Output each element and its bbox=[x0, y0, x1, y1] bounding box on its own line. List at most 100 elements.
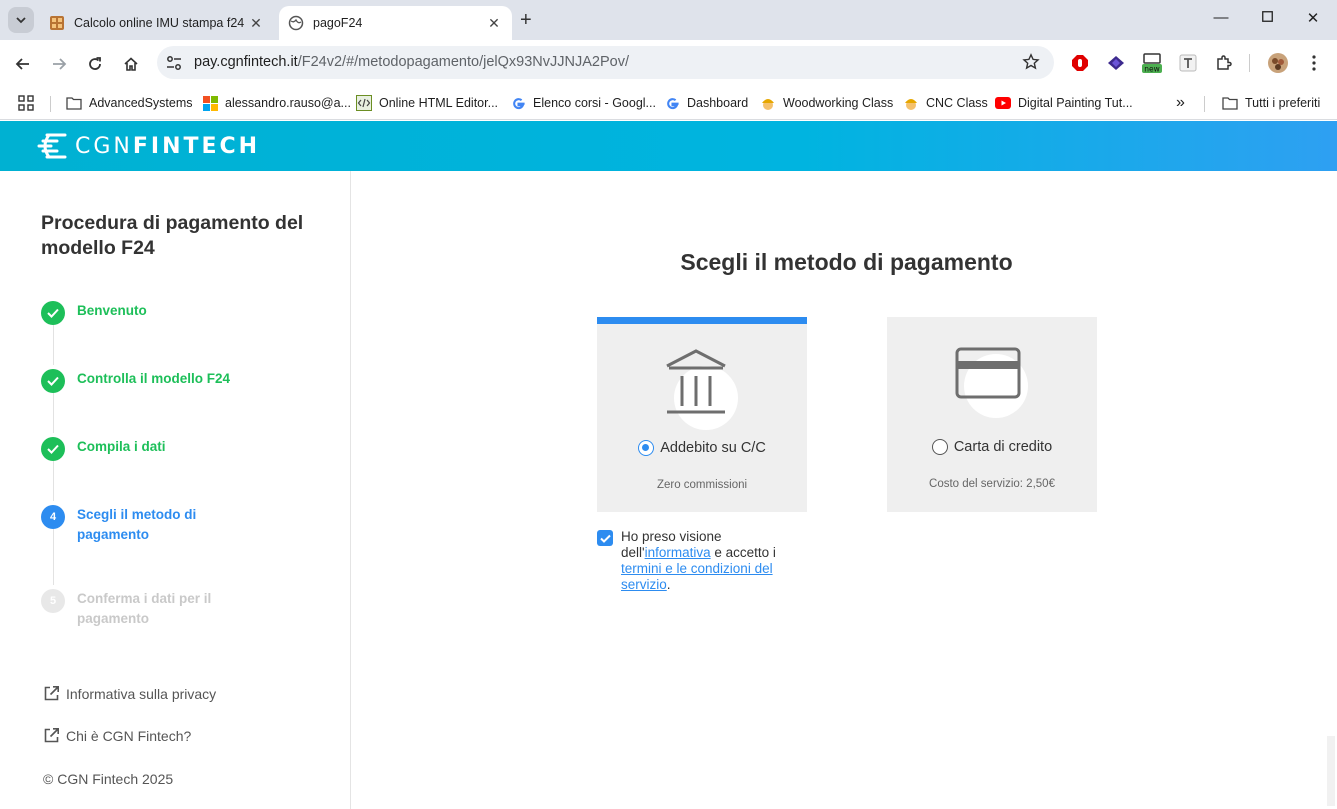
address-bar[interactable]: pay.cgnfintech.it/F24v2/#/metodopagament… bbox=[157, 46, 1054, 79]
worker-icon bbox=[760, 95, 776, 111]
informativa-link[interactable]: informativa bbox=[645, 545, 711, 560]
step-label: Compila i dati bbox=[77, 439, 166, 454]
chevron-down-icon bbox=[16, 17, 26, 24]
consent-checkbox[interactable] bbox=[597, 530, 613, 546]
adblock-extension-icon[interactable] bbox=[1069, 52, 1091, 74]
code-editor-icon bbox=[356, 95, 372, 111]
bank-radio-row[interactable]: Addebito su C/C bbox=[597, 440, 807, 456]
consent-text-2: e accetto i bbox=[710, 545, 776, 560]
cgn-logo-mark-icon bbox=[37, 133, 67, 159]
bookmark-label: Online HTML Editor... bbox=[379, 96, 499, 110]
step-label: Controlla il modello F24 bbox=[77, 371, 231, 386]
step-connector bbox=[53, 461, 54, 501]
step-label: Benvenuto bbox=[77, 303, 147, 318]
home-icon bbox=[124, 57, 138, 71]
new-tab-button[interactable]: + bbox=[520, 9, 532, 32]
brand-header: CGNFINTECH bbox=[0, 121, 1337, 171]
forward-button[interactable] bbox=[47, 52, 71, 76]
grid-favicon-icon bbox=[50, 16, 64, 30]
bookmark-advancedsystems[interactable]: AdvancedSystems bbox=[66, 92, 193, 114]
logo-bold-text: FINTECH bbox=[132, 133, 261, 159]
minimize-window-button[interactable]: — bbox=[1211, 9, 1231, 26]
apps-grid-icon bbox=[18, 95, 34, 111]
main-content: Scegli il metodo di pagamento Addebito s… bbox=[352, 171, 1325, 809]
card-radio-row[interactable]: Carta di credito bbox=[887, 439, 1097, 455]
tab-pagof24[interactable]: pagoF24 ✕ bbox=[279, 6, 512, 40]
browser-menu-icon[interactable] bbox=[1303, 52, 1325, 74]
home-button[interactable] bbox=[119, 52, 143, 76]
payment-option-card[interactable]: Carta di credito Costo del servizio: 2,5… bbox=[887, 317, 1097, 512]
url-text: pay.cgnfintech.it/F24v2/#/metodopagament… bbox=[194, 54, 629, 70]
step-scegli-metodo: 4 Scegli il metodo di pagamento bbox=[41, 505, 207, 545]
all-bookmarks-folder[interactable]: Tutti i preferiti bbox=[1222, 92, 1320, 114]
step-connector bbox=[53, 393, 54, 433]
about-cgn-link[interactable]: Chi è CGN Fintech? bbox=[43, 727, 191, 744]
card-option-label: Carta di credito bbox=[953, 439, 1053, 455]
bookmark-label: Tutti i preferiti bbox=[1245, 96, 1321, 110]
consent-text-3: . bbox=[666, 577, 671, 592]
sidebar-title: Procedura di pagamento del modello F24 bbox=[41, 212, 304, 259]
page-scrollbar[interactable] bbox=[1325, 171, 1337, 809]
tab-title: pagoF24 bbox=[313, 16, 363, 30]
new-badge-extension-icon[interactable]: new bbox=[1141, 52, 1163, 74]
privacy-link[interactable]: Informativa sulla privacy bbox=[43, 685, 216, 702]
step-number: 4 bbox=[41, 505, 65, 529]
privacy-link-label: Informativa sulla privacy bbox=[66, 685, 217, 702]
step-benvenuto[interactable]: Benvenuto bbox=[41, 301, 147, 325]
tab-title: Calcolo online IMU stampa f24 bbox=[74, 16, 245, 30]
check-icon bbox=[41, 301, 65, 325]
layers-extension-icon[interactable] bbox=[1105, 52, 1127, 74]
toolbar-divider bbox=[1249, 54, 1250, 72]
close-tab-icon[interactable]: ✕ bbox=[246, 15, 266, 32]
close-tab-icon[interactable]: ✕ bbox=[484, 15, 504, 32]
arrow-left-icon bbox=[15, 58, 29, 70]
step-compila-dati[interactable]: Compila i dati bbox=[41, 437, 166, 461]
worker-icon bbox=[903, 95, 919, 111]
back-button[interactable] bbox=[11, 52, 35, 76]
reload-icon bbox=[89, 57, 101, 70]
site-settings-icon[interactable] bbox=[165, 54, 183, 72]
globe-icon bbox=[288, 15, 304, 31]
reload-button[interactable] bbox=[83, 52, 107, 76]
bookmark-woodworking[interactable]: Woodworking Class bbox=[760, 92, 893, 114]
tab-calcolo-imu[interactable]: Calcolo online IMU stampa f24 ✕ bbox=[40, 6, 274, 40]
external-link-icon bbox=[44, 728, 59, 743]
check-icon bbox=[41, 369, 65, 393]
tab-search-button[interactable] bbox=[8, 7, 34, 33]
cgn-fintech-logo[interactable]: CGNFINTECH bbox=[37, 133, 260, 159]
extensions-puzzle-icon[interactable] bbox=[1213, 52, 1235, 74]
apps-grid-button[interactable] bbox=[18, 92, 34, 114]
maximize-window-button[interactable] bbox=[1257, 9, 1277, 26]
bookmark-digital-painting[interactable]: Digital Painting Tut... bbox=[995, 92, 1133, 114]
step-controlla-modello[interactable]: Controlla il modello F24 bbox=[41, 369, 230, 393]
terms-link[interactable]: termini e le condizioni del servizio bbox=[621, 561, 773, 592]
arrow-right-icon bbox=[53, 58, 67, 70]
bookmark-email[interactable]: alessandro.rauso@a... bbox=[202, 92, 351, 114]
google-icon bbox=[510, 95, 526, 111]
bookmark-label: alessandro.rauso@a... bbox=[225, 96, 351, 110]
bank-icon bbox=[666, 349, 726, 414]
bookmark-html-editor[interactable]: Online HTML Editor... bbox=[356, 92, 498, 114]
folder-icon bbox=[66, 95, 82, 111]
profile-avatar[interactable] bbox=[1267, 52, 1289, 74]
bookmark-dashboard[interactable]: Dashboard bbox=[664, 92, 748, 114]
close-window-button[interactable]: ✕ bbox=[1303, 9, 1323, 27]
maximize-icon bbox=[1261, 11, 1273, 22]
bookmark-elenco-corsi[interactable]: Elenco corsi - Googl... bbox=[510, 92, 656, 114]
bookmarks-overflow-button[interactable]: » bbox=[1176, 92, 1185, 114]
scrollbar-track[interactable] bbox=[1327, 736, 1335, 806]
payment-option-bank[interactable]: Addebito su C/C Zero commissioni bbox=[597, 317, 807, 512]
card-option-note: Costo del servizio: 2,50€ bbox=[929, 478, 1055, 490]
bookmark-label: Digital Painting Tut... bbox=[1018, 96, 1133, 110]
bank-option-note: Zero commissioni bbox=[656, 479, 748, 491]
bookmarks-bar: AdvancedSystems alessandro.rauso@a... On… bbox=[0, 86, 1337, 120]
about-link-label: Chi è CGN Fintech? bbox=[66, 727, 192, 744]
folder-icon bbox=[1222, 95, 1238, 111]
card-radio-button[interactable] bbox=[931, 439, 948, 455]
browser-tab-strip: Calcolo online IMU stampa f24 ✕ pagoF24 … bbox=[0, 0, 1337, 40]
bookmark-cnc-class[interactable]: CNC Class bbox=[903, 92, 988, 114]
bank-radio-button[interactable] bbox=[638, 440, 655, 456]
step-conferma-dati: 5 Conferma i dati per il pagamento bbox=[41, 589, 217, 629]
text-extension-icon[interactable] bbox=[1177, 52, 1199, 74]
bookmark-star-icon[interactable] bbox=[1022, 53, 1040, 71]
